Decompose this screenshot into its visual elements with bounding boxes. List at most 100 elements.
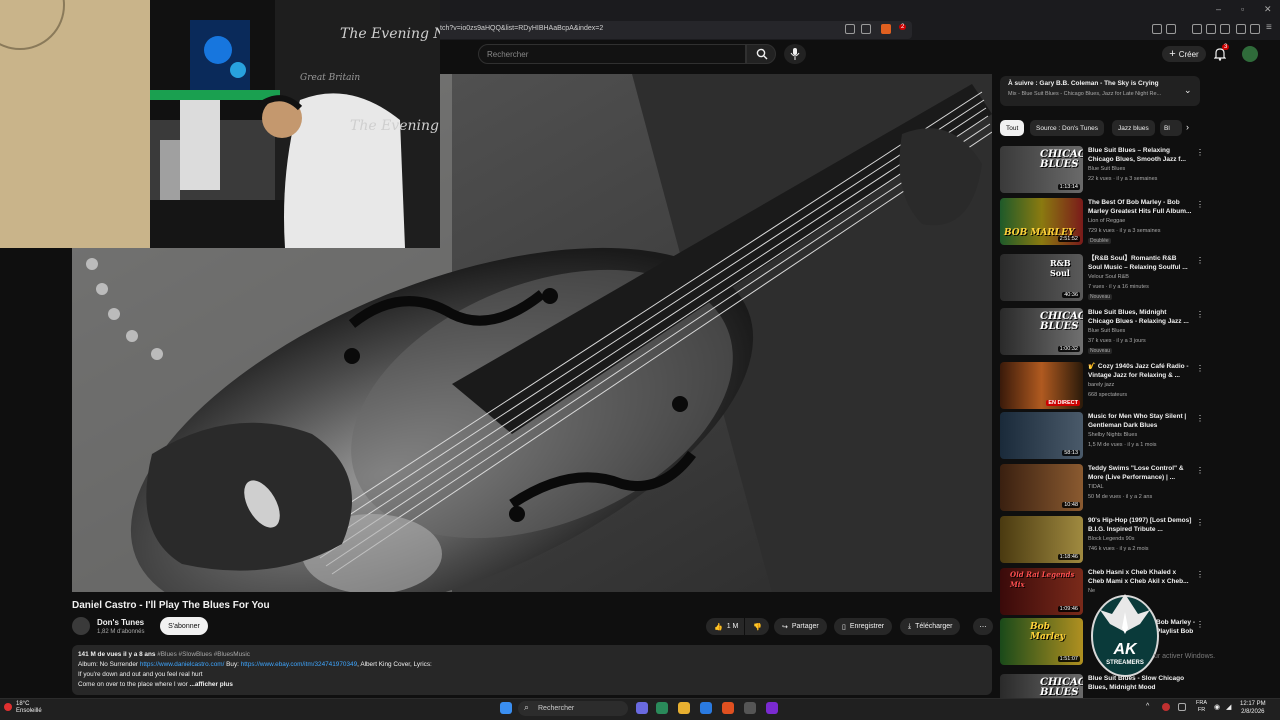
rec-title[interactable]: 90's Hip-Hop (1997) [Lost Demos] B.I.G. … <box>1088 516 1192 534</box>
thumbnail[interactable]: R&B Soul 40:36 <box>1000 254 1083 301</box>
more-vert-icon[interactable]: ⋮ <box>1196 200 1204 209</box>
address-bar[interactable]: tch?v=io0zs9aHQQ&list=RDyHIBHAaBcpA&inde… <box>432 21 912 39</box>
up-next-panel[interactable]: À suivre : Gary B.B. Coleman - The Sky i… <box>1000 76 1200 106</box>
rec-title[interactable]: Teddy Swims "Lose Control" & More (Live … <box>1088 464 1192 482</box>
sidebar-icon[interactable] <box>1192 24 1202 34</box>
thumbnail[interactable]: CHICAGO BLUES 1:00:32 <box>1000 308 1083 355</box>
thumbnail[interactable]: 1:18:46 <box>1000 516 1083 563</box>
more-vert-icon[interactable]: ⋮ <box>1196 466 1204 475</box>
subscribe-button[interactable]: S'abonner <box>160 617 208 635</box>
copilot-icon[interactable] <box>636 702 648 714</box>
rec-channel[interactable]: Velour Soul R&B <box>1088 274 1129 280</box>
windows-start-icon[interactable] <box>500 702 512 714</box>
chip-source[interactable]: Source : Don's Tunes <box>1030 120 1104 136</box>
chip-jazz-blues[interactable]: Jazz blues <box>1112 120 1155 136</box>
recommendation-item[interactable]: 58:13 Music for Men Who Stay Silent | Ge… <box>1000 412 1204 462</box>
thumbnail[interactable]: 58:13 <box>1000 412 1083 459</box>
rec-channel[interactable]: Shelby Nights Blues <box>1088 432 1137 438</box>
extension-icon[interactable] <box>1152 24 1162 34</box>
recommendation-item[interactable]: 1:18:46 90's Hip-Hop (1997) [Lost Demos]… <box>1000 516 1204 566</box>
more-vert-icon[interactable]: ⋮ <box>1196 414 1204 423</box>
edge-icon[interactable] <box>656 702 668 714</box>
rec-channel[interactable]: TIDAL <box>1088 484 1104 490</box>
more-vert-icon[interactable]: ⋮ <box>1196 620 1204 629</box>
menu-icon[interactable]: ≡ <box>1266 22 1272 33</box>
description-box[interactable]: 141 M de vues il y a 8 ans #Blues #SlowB… <box>72 645 992 695</box>
dislike-button[interactable]: 👎 <box>745 618 769 635</box>
chevron-right-icon[interactable]: › <box>1186 122 1189 132</box>
translate-icon[interactable] <box>845 24 855 34</box>
brave-shield-icon[interactable] <box>881 24 891 34</box>
ebay-link[interactable]: https://www.ebay.com/itm/324741970349 <box>241 661 357 668</box>
recommendation-item[interactable]: 10:48 Teddy Swims "Lose Control" & More … <box>1000 464 1204 514</box>
download-button[interactable]: ⤓ Télécharger <box>900 618 961 635</box>
channel-name[interactable]: Don's Tunes <box>97 618 144 627</box>
tab-icon[interactable] <box>1206 24 1216 34</box>
more-vert-icon[interactable]: ⋮ <box>1196 256 1204 265</box>
recommendation-item[interactable]: BOB MARLEY 2:51:52 The Best Of Bob Marley… <box>1000 198 1204 248</box>
more-vert-icon[interactable]: ⋮ <box>1196 310 1204 319</box>
chip-more[interactable]: Bl <box>1160 120 1182 136</box>
share-button[interactable]: ↪ Partager <box>774 618 827 635</box>
thumbnail[interactable]: Old Rai Legends Mix 1:09:46 <box>1000 568 1083 615</box>
more-actions-button[interactable]: ⋯ <box>973 618 993 635</box>
app-icon[interactable] <box>700 702 712 714</box>
taskbar-search[interactable]: ⌕ Rechercher <box>518 701 628 716</box>
thumbnail[interactable]: CHICAGO BLUES 1:13:14 <box>1000 146 1083 193</box>
rec-title[interactable]: Music for Men Who Stay Silent | Gentlema… <box>1088 412 1192 430</box>
hashtags[interactable]: #Blues #SlowBlues #BluesMusic <box>157 651 250 658</box>
clock[interactable]: 12:17 PM 2/8/2026 <box>1240 700 1266 716</box>
volume-icon[interactable]: ◢ <box>1226 703 1231 711</box>
thumbnail[interactable]: BOB MARLEY 2:51:52 <box>1000 198 1083 245</box>
language-indicator[interactable]: FRA FR <box>1196 700 1207 714</box>
recommendation-item[interactable]: R&B Soul 40:36 【R&B Soul】Romantic R&B Sou… <box>1000 254 1204 304</box>
rec-channel[interactable]: Lion of Reggae <box>1088 218 1125 224</box>
rec-title[interactable]: 【R&B Soul】Romantic R&B Soul Music – Rela… <box>1088 254 1192 272</box>
rec-title[interactable]: Bob Marley - Playlist Bob ... <box>1156 618 1196 636</box>
chevron-down-icon[interactable]: ⌄ <box>1184 85 1192 96</box>
create-button[interactable]: + Créer <box>1162 46 1206 62</box>
file-explorer-icon[interactable] <box>678 702 690 714</box>
recommendation-item[interactable]: CHICAGO BLUES 1:13:14 Blue Suit Blues – R… <box>1000 146 1204 196</box>
extension-icon-2[interactable] <box>1166 24 1176 34</box>
wallet-icon[interactable] <box>1236 24 1246 34</box>
window-icon[interactable] <box>1220 24 1230 34</box>
recommendation-item[interactable]: EN DIRECT 🎷 Cozy 1940s Jazz Café Radio -… <box>1000 362 1204 412</box>
streaming-app-icon[interactable] <box>766 702 778 714</box>
maximize-icon[interactable]: ▫ <box>1241 4 1244 14</box>
rec-channel[interactable]: Block Legends 90s <box>1088 536 1134 542</box>
show-more-link[interactable]: ...afficher plus <box>190 681 233 688</box>
more-vert-icon[interactable]: ⋮ <box>1196 570 1204 579</box>
search-button[interactable] <box>746 44 776 64</box>
minimize-icon[interactable]: – <box>1216 4 1221 14</box>
search-input[interactable]: Rechercher <box>478 44 746 64</box>
like-button[interactable]: 👍 1 M <box>706 618 744 635</box>
share-icon[interactable] <box>861 24 871 34</box>
thumbnail[interactable]: 10:48 <box>1000 464 1083 511</box>
weather-widget[interactable]: 18°C Ensoleillé <box>16 701 42 715</box>
voice-search-button[interactable] <box>784 44 806 64</box>
account-avatar[interactable] <box>1242 46 1258 62</box>
rec-title[interactable]: 🎷 Cozy 1940s Jazz Café Radio - Vintage J… <box>1088 362 1192 380</box>
channel-avatar[interactable] <box>72 617 90 635</box>
store-icon[interactable] <box>744 702 756 714</box>
more-vert-icon[interactable]: ⋮ <box>1196 364 1204 373</box>
thumbnail[interactable]: Bob Marley 1:51:07 <box>1000 618 1083 665</box>
chip-all[interactable]: Tout <box>1000 120 1025 136</box>
rec-title[interactable]: Blue Suit Blues – Relaxing Chicago Blues… <box>1088 146 1192 164</box>
vpn-icon[interactable] <box>1250 24 1260 34</box>
rec-channel[interactable]: barely jazz <box>1088 382 1114 388</box>
brave-icon[interactable] <box>722 702 734 714</box>
close-icon[interactable]: ✕ <box>1264 4 1272 15</box>
website-link[interactable]: https://www.danielcastro.com/ <box>140 661 225 668</box>
tray-app-icon[interactable] <box>1162 703 1170 711</box>
more-vert-icon[interactable]: ⋮ <box>1196 518 1204 527</box>
usb-icon[interactable] <box>1178 703 1186 711</box>
tray-chevron-icon[interactable]: ^ <box>1146 703 1149 710</box>
network-icon[interactable]: ◉ <box>1214 703 1220 711</box>
recommendation-item[interactable]: CHICAGO BLUES 1:00:32 Blue Suit Blues, Mi… <box>1000 308 1204 358</box>
save-button[interactable]: ▯ Enregistrer <box>834 618 893 635</box>
rec-channel[interactable]: Blue Suit Blues <box>1088 166 1125 172</box>
thumbnail[interactable]: CHICAGO BLUES <box>1000 674 1083 698</box>
thumbnail[interactable]: EN DIRECT <box>1000 362 1083 409</box>
